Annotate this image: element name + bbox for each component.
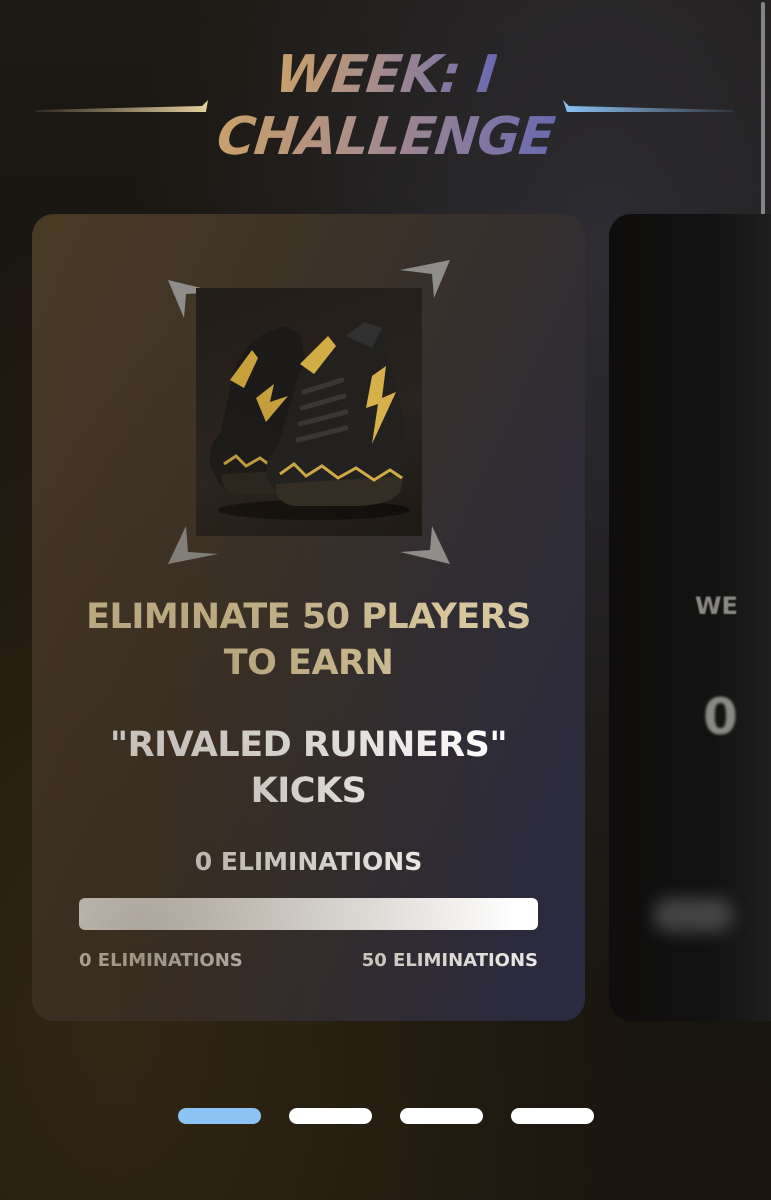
objective-line-2: TO EARN xyxy=(223,643,394,683)
page-title-challenge: CHALLENGE xyxy=(214,107,557,167)
objective-line-1: ELIMINATE 50 PLAYERS xyxy=(86,597,531,637)
pager-dot-3[interactable] xyxy=(400,1108,483,1124)
next-challenge-card[interactable]: WE 0 xyxy=(609,214,771,1021)
reward-name-line-1: "RIVALED RUNNERS" xyxy=(109,725,508,765)
challenge-screen: WEEK: I CHALLENGE ELIMINATE 50 PLAYERS T… xyxy=(0,0,771,1200)
pager-dot-2[interactable] xyxy=(289,1108,372,1124)
carousel-pager xyxy=(178,1108,594,1124)
page-title-week: WEEK: I xyxy=(272,45,499,105)
next-card-progress-blur xyxy=(653,898,733,932)
reward-name: "RIVALED RUNNERS" KICKS xyxy=(32,722,585,814)
challenge-card[interactable]: ELIMINATE 50 PLAYERS TO EARN "RIVALED RU… xyxy=(32,214,585,1021)
next-card-number: 0 xyxy=(703,688,738,746)
reward-name-line-2: KICKS xyxy=(250,771,367,811)
progress-bar xyxy=(79,898,538,930)
challenge-objective: ELIMINATE 50 PLAYERS TO EARN xyxy=(32,594,585,686)
pager-dot-4[interactable] xyxy=(511,1108,594,1124)
progress-count: 0 ELIMINATIONS xyxy=(194,847,423,876)
progress-min-label: 0 ELIMINATIONS xyxy=(79,950,243,971)
next-card-title: WE xyxy=(695,592,738,620)
sneakers-icon xyxy=(196,288,422,536)
pager-dot-1[interactable] xyxy=(178,1108,261,1124)
progress-max-label: 50 ELIMINATIONS xyxy=(361,950,538,971)
reward-frame xyxy=(168,260,450,564)
